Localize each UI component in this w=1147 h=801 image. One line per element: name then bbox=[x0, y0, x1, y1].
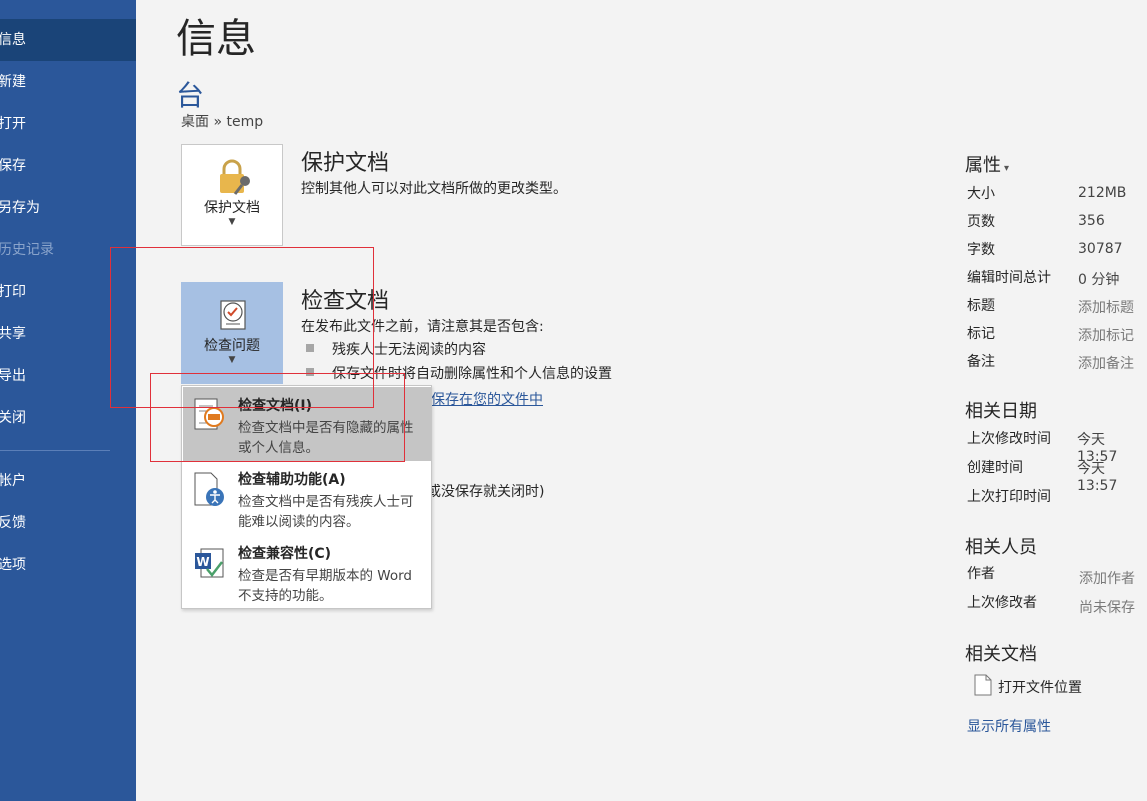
chevron-down-icon: ▾ bbox=[1004, 163, 1010, 174]
nav-export[interactable]: 导出 bbox=[0, 355, 136, 397]
word-compatibility-icon: W bbox=[195, 548, 224, 578]
prop-key-title: 标题 bbox=[967, 298, 995, 314]
inspect-heading: 检查文档 bbox=[301, 289, 390, 314]
document-path[interactable]: 桌面 » temp bbox=[181, 111, 263, 131]
people-value-author[interactable]: 添加作者 bbox=[1079, 568, 1135, 588]
svg-text:W: W bbox=[196, 555, 209, 569]
nav-print[interactable]: 打印 bbox=[0, 271, 136, 313]
inspect-document-icon bbox=[194, 398, 224, 430]
menu-item-title: 检查文档(I) bbox=[238, 398, 313, 414]
show-all-properties-link[interactable]: 显示所有属性 bbox=[967, 716, 1051, 736]
nav-info[interactable]: 信息 bbox=[0, 19, 136, 61]
menu-item-desc: 检查文档中是否有隐藏的属性或个人信息。 bbox=[238, 420, 414, 456]
nav-history: 历史记录 bbox=[0, 242, 54, 258]
date-key-modified: 上次修改时间 bbox=[967, 431, 1051, 447]
date-value-created: 今天 13:57 bbox=[1077, 461, 1118, 494]
inspect-description: 在发布此文件之前，请注意其是否包含: bbox=[301, 319, 544, 335]
protect-description: 控制其他人可以对此文档所做的更改类型。 bbox=[301, 181, 567, 197]
menu-item-inspect-document[interactable]: 检查文档(I) 检查文档中是否有隐藏的属性或个人信息。 bbox=[183, 387, 431, 461]
nav-share[interactable]: 共享 bbox=[0, 313, 136, 355]
nav-close[interactable]: 关闭 bbox=[0, 397, 136, 439]
protect-document-button[interactable]: 保护文档 ▼ bbox=[181, 144, 283, 246]
menu-item-desc: 检查文档中是否有残疾人士可能难以阅读的内容。 bbox=[238, 494, 414, 530]
prop-value-size: 212MB bbox=[1078, 185, 1127, 201]
related-dates-heading: 相关日期 bbox=[965, 401, 1037, 422]
backstage-sidebar: 信息 新建 打开 保存 另存为 历史记录 打印 共享 导出 关闭 帐户 反馈 选… bbox=[0, 0, 136, 801]
prop-value-words: 30787 bbox=[1078, 241, 1123, 257]
document-icon bbox=[974, 674, 992, 696]
inspect-document-icon bbox=[220, 300, 246, 330]
protect-heading: 保护文档 bbox=[301, 151, 390, 176]
inspect-bullet-2: 保存文件时将自动删除属性和个人信息的设置 bbox=[332, 366, 612, 382]
prop-value-comments[interactable]: 添加备注 bbox=[1078, 353, 1134, 373]
nav-separator bbox=[0, 450, 110, 451]
chevron-down-icon: ▼ bbox=[228, 355, 236, 365]
people-value-modified-by: 尚未保存 bbox=[1079, 600, 1135, 616]
menu-item-check-compatibility[interactable]: W 检查兼容性(C) 检查是否有早期版本的 Word 不支持的功能。 bbox=[183, 535, 431, 609]
prop-key-words: 字数 bbox=[967, 242, 995, 258]
nav-account[interactable]: 帐户 bbox=[0, 460, 136, 502]
document-name: 台 bbox=[176, 79, 205, 112]
related-docs-heading: 相关文档 bbox=[965, 644, 1037, 665]
people-key-author: 作者 bbox=[967, 566, 995, 582]
prop-key-comments: 备注 bbox=[967, 354, 995, 370]
date-key-created: 创建时间 bbox=[967, 460, 1023, 476]
prop-key-pages: 页数 bbox=[967, 214, 995, 230]
open-file-location-link[interactable]: 打开文件位置 bbox=[998, 677, 1082, 697]
prop-key-edit-time: 编辑时间总计 bbox=[967, 270, 1051, 286]
check-issues-button[interactable]: 检查问题 ▼ bbox=[181, 282, 283, 384]
prop-key-size: 大小 bbox=[967, 186, 995, 202]
related-people-heading: 相关人员 bbox=[965, 537, 1037, 558]
menu-item-title: 检查辅助功能(A) bbox=[238, 472, 346, 488]
check-issues-label: 检查问题 bbox=[204, 338, 260, 354]
people-key-modified-by: 上次修改者 bbox=[967, 595, 1037, 611]
prop-value-pages: 356 bbox=[1078, 213, 1105, 229]
page-title: 信息 bbox=[176, 16, 256, 62]
nav-open[interactable]: 打开 bbox=[0, 103, 136, 145]
inspect-settings-link[interactable]: 保存在您的文件中 bbox=[431, 389, 543, 409]
nav-feedback[interactable]: 反馈 bbox=[0, 502, 136, 544]
nav-new[interactable]: 新建 bbox=[0, 61, 136, 103]
prop-value-edit-time: 0 分钟 bbox=[1078, 272, 1120, 288]
bullet-marker bbox=[306, 368, 314, 376]
accessibility-check-icon bbox=[194, 472, 224, 506]
lock-key-icon bbox=[220, 159, 250, 195]
protect-button-label: 保护文档 bbox=[204, 200, 260, 216]
chevron-down-icon: ▼ bbox=[228, 217, 236, 227]
properties-heading[interactable]: 属性 ▾ bbox=[965, 151, 1009, 177]
menu-item-check-accessibility[interactable]: 检查辅助功能(A) 检查文档中是否有残疾人士可能难以阅读的内容。 bbox=[183, 461, 431, 535]
menu-item-desc: 检查是否有早期版本的 Word 不支持的功能。 bbox=[238, 568, 412, 604]
date-key-printed: 上次打印时间 bbox=[967, 489, 1051, 505]
prop-value-tags[interactable]: 添加标记 bbox=[1078, 325, 1134, 345]
nav-save-as[interactable]: 另存为 bbox=[0, 187, 136, 229]
prop-key-tags: 标记 bbox=[967, 326, 995, 342]
manage-document-text: 或没保存就关闭时) bbox=[427, 484, 545, 500]
prop-value-title[interactable]: 添加标题 bbox=[1078, 297, 1134, 317]
bullet-marker bbox=[306, 344, 314, 352]
inspect-bullet-1: 残疾人士无法阅读的内容 bbox=[332, 342, 486, 358]
nav-options[interactable]: 选项 bbox=[0, 544, 136, 586]
menu-item-title: 检查兼容性(C) bbox=[238, 546, 332, 562]
nav-save[interactable]: 保存 bbox=[0, 145, 136, 187]
check-issues-menu: 检查文档(I) 检查文档中是否有隐藏的属性或个人信息。 检查辅助功能(A) 检查… bbox=[181, 385, 432, 609]
